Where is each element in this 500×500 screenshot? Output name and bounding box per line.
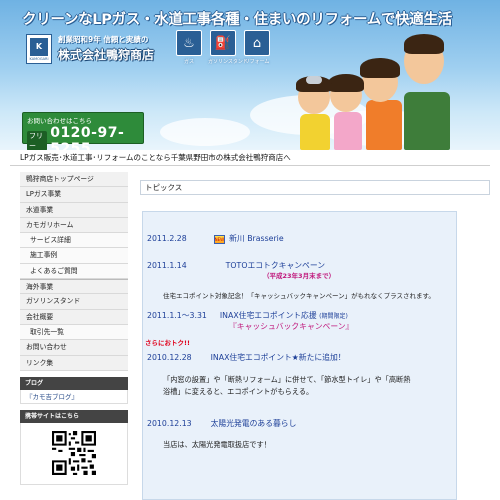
founded-text: 創業昭和9年 信頼と実績の	[58, 35, 149, 44]
topics-header: トピックス	[140, 180, 490, 195]
sidebar-item[interactable]: サービス詳細	[20, 233, 128, 249]
site-tagline: クリーンなLPガス・水道工事各種・住まいのリフォームで快適生活	[22, 12, 452, 28]
logo-text: KAMOGARI	[29, 56, 49, 61]
news-note: (期間限定)	[319, 313, 348, 320]
service-gas[interactable]: ♨ ガス	[174, 30, 204, 65]
news-panel: 2011.2.28 NEW 新川 Brasserie 2011.1.14 TOT…	[142, 211, 457, 500]
qr-code-icon	[52, 431, 96, 476]
service-reform[interactable]: ⌂ リフォーム	[242, 30, 272, 65]
blog-link[interactable]: 『カモ吉ブログ』	[20, 389, 128, 404]
mobile-site-heading: 携帯サイトはこちら	[20, 409, 128, 423]
phone-number: 0120-97-5255	[50, 125, 125, 150]
news-item[interactable]: 2010.12.28 INAX住宅エコポイント★新たに追加！	[147, 352, 346, 363]
sidebar-item[interactable]: LPガス事業	[20, 187, 128, 203]
page-caption: LPガス販売･水道工事･リフォームのことなら千葉県野田市の株式会社鴨狩商店へ	[10, 150, 490, 166]
news-body: 住宅エコポイント対象記念！「キャッシュバックキャンペーン」がもれなくプラスされま…	[163, 292, 435, 300]
logo-mark-icon: K	[30, 37, 48, 56]
sidebar-item[interactable]: お問い合わせ	[20, 340, 128, 356]
news-body: 当店は、太陽光発電取扱店です！	[163, 440, 271, 449]
service-label: ガソリンスタンド	[208, 59, 248, 65]
sidebar-item[interactable]: よくあるご質問	[20, 263, 128, 280]
sidebar-item[interactable]: ガソリンスタンド	[20, 294, 128, 310]
news-subtitle: （平成23年3月末まで）	[263, 270, 335, 280]
news-body: 「内窓の設置」や「断熱リフォーム」に併せて、「節水型トイレ」や「高断熱	[163, 375, 411, 384]
news-title: 太陽光発電のある暮らし	[210, 419, 297, 428]
sidebar-item[interactable]: 会社概要	[20, 309, 128, 325]
news-item[interactable]: 2011.1.1～3.31 INAX住宅エコポイント応援 (期間限定)	[147, 310, 348, 321]
sidebar: 鴨狩商店トップページ LPガス事業 水道事業 カモガリホーム サービス詳細 施工事例 よくあ…	[20, 172, 128, 485]
company-logo[interactable]: K KAMOGARI	[26, 34, 52, 64]
sidebar-item[interactable]: 取引先一覧	[20, 324, 128, 341]
sidebar-item[interactable]: リンク集	[20, 355, 128, 371]
sidebar-item[interactable]: 水道事業	[20, 202, 128, 218]
news-title: TOTOエコトクキャンペーン	[225, 261, 326, 270]
sidebar-nav: 鴨狩商店トップページ LPガス事業 水道事業 カモガリホーム サービス詳細 施工事例 よくあ…	[20, 172, 128, 371]
news-date: 2010.12.28	[147, 353, 192, 362]
news-date: 2010.12.13	[147, 419, 192, 428]
service-label: リフォーム	[244, 59, 270, 65]
company-name: 株式会社鴨狩商店	[58, 48, 155, 62]
sidebar-item[interactable]: 施工事例	[20, 248, 128, 264]
news-date: 2011.1.1～3.31	[147, 311, 207, 320]
site-header: クリーンなLPガス・水道工事各種・住まいのリフォームで快適生活 K KAMOGA…	[0, 0, 500, 150]
campaign-period: （平成23年3月末まで）	[263, 272, 336, 280]
service-label: ガス	[183, 59, 194, 65]
news-title: 新川 Brasserie	[229, 234, 284, 243]
news-extra: さらにおトク!!	[145, 339, 190, 347]
sidebar-item[interactable]: 鴨狩商店トップページ	[20, 172, 128, 188]
news-highlight: 『キャッシュバックキャンペーン』	[229, 322, 354, 331]
flame-icon: ♨	[176, 30, 202, 56]
sidebar-item[interactable]: 海外事業	[20, 279, 128, 295]
news-item[interactable]: 2011.2.28 NEW 新川 Brasserie	[147, 233, 284, 244]
blog-heading: ブログ	[20, 376, 128, 390]
news-date: 2011.2.28	[147, 234, 187, 243]
news-title: INAX住宅エコポイント応援	[219, 311, 317, 320]
free-dial-badge: フリー	[27, 131, 48, 150]
contact-phone-button[interactable]: お問い合わせはこちら フリー 0120-97-5255	[22, 112, 144, 150]
new-badge-icon: NEW	[213, 234, 225, 244]
service-gasoline[interactable]: ⛽ ガソリンスタンド	[208, 30, 248, 65]
news-title: INAX住宅エコポイント★新たに追加！	[210, 353, 346, 362]
house-icon: ⌂	[244, 30, 270, 56]
sidebar-item[interactable]: カモガリホーム	[20, 217, 128, 234]
mobile-site-qr	[20, 422, 128, 485]
news-item[interactable]: 2010.12.13 太陽光発電のある暮らし	[147, 418, 296, 429]
news-body: 浴槽」に変えると、エコポイントがもらえる。	[163, 387, 314, 396]
contact-prompt: お問い合わせはこちら	[27, 117, 92, 125]
news-date: 2011.1.14	[147, 261, 187, 270]
fuel-pump-icon: ⛽	[210, 30, 236, 56]
